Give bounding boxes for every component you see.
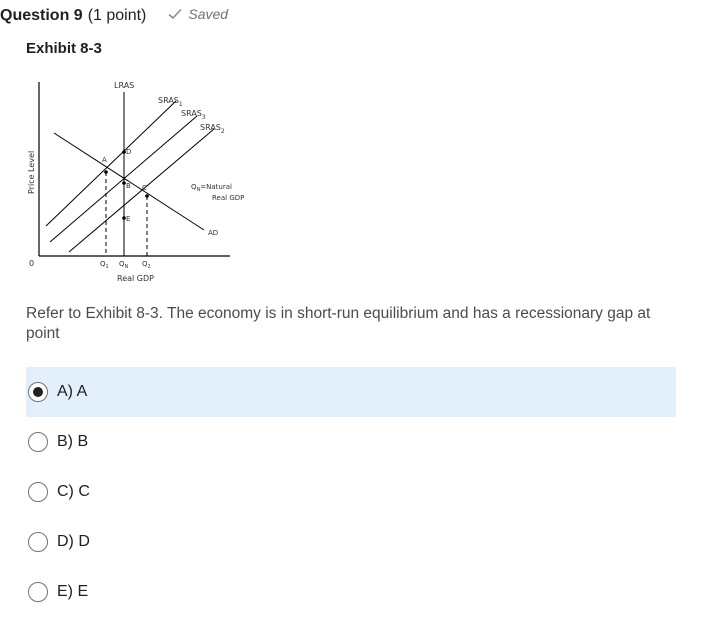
radio-button[interactable] [28,382,48,402]
point-e-label: E [126,215,130,223]
point-a-marker [104,170,108,174]
radio-button[interactable] [28,482,48,502]
radio-selected-dot [33,387,43,397]
point-c-label: C [142,184,147,192]
sras1-line [45,100,177,227]
saved-label: Saved [188,6,229,22]
ad-label: AD [208,229,218,237]
saved-status: Saved [168,6,228,22]
answer-option[interactable]: D) D [26,517,676,567]
point-d-label: D [126,148,131,156]
q1-label: Q1 [100,260,109,270]
real-gdp-axis-label: Real GDP [117,274,154,283]
answer-option-label: A) A [57,383,88,400]
question-points: (1 point) [87,7,147,24]
price-level-axis-label: Price Level [27,151,36,194]
radio-button[interactable] [28,532,48,552]
answer-option[interactable]: C) C [26,467,676,517]
answer-option[interactable]: E) E [26,567,676,617]
answer-option[interactable]: A) A [26,367,676,417]
answer-option-label: C) C [57,483,90,500]
radio-button[interactable] [28,432,48,452]
qn-legend-line1: QN=Natural [191,183,232,193]
exhibit-graph: LRAS SRAS1 SRAS3 SRAS2 Price Level 0 A B… [24,76,264,288]
question-title: Question 9 [0,7,83,24]
q2-label: Q2 [142,260,151,270]
point-c-marker [145,194,149,198]
origin-label: 0 [29,259,34,268]
exhibit-title: Exhibit 8-3 [26,40,102,57]
question-prompt: Refer to Exhibit 8-3. The economy is in … [26,305,651,342]
question-header: Question 9 (1 point) Saved [0,6,228,28]
point-a-label: A [102,156,107,164]
checkmark-icon [168,8,182,20]
answer-option-label: B) B [57,433,89,450]
answer-option[interactable]: B) B [26,417,676,467]
radio-button[interactable] [28,582,48,602]
answer-option-label: D) D [57,533,90,550]
lras-label: LRAS [114,81,134,90]
point-b-label: B [126,182,131,190]
sras2-label: SRAS2 [200,123,225,135]
answer-option-label: E) E [57,583,89,600]
exhibit-graph-svg: LRAS SRAS1 SRAS3 SRAS2 Price Level 0 A B… [27,81,244,283]
qn-legend-line2: Real GDP [212,194,244,202]
qn-label: QN [119,260,129,270]
